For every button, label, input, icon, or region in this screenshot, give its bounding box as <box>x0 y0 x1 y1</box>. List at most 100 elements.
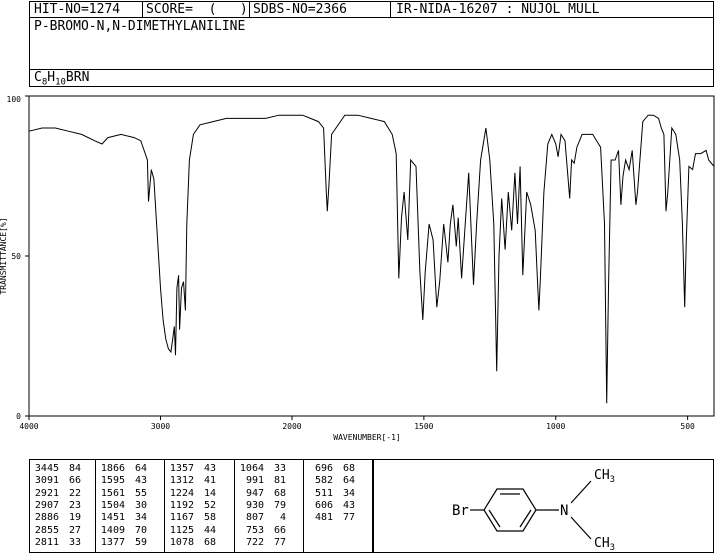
peak-transmittance: 33 <box>273 463 286 474</box>
spectrum-line <box>28 114 715 404</box>
peak-entry: 1224 14 <box>168 488 216 500</box>
peak-transmittance: 68 <box>273 487 286 499</box>
peak-entry: 753 66 <box>238 525 286 537</box>
peak-transmittance: 41 <box>203 475 216 487</box>
peak-transmittance: 59 <box>134 536 147 548</box>
peak-wavenumber: 1224 <box>169 487 194 499</box>
peak-transmittance: 52 <box>203 499 216 511</box>
peak-wavenumber: 1866 <box>100 463 125 474</box>
ch3-top-label: CH3 <box>594 468 615 485</box>
ring-double-bond-2 <box>519 509 532 528</box>
peak-wavenumber: 1192 <box>169 499 194 511</box>
peak-entry: 696 68 <box>307 463 355 475</box>
molecule-structure: Br N CH3 CH3 <box>452 468 615 553</box>
peak-wavenumber: 947 <box>245 487 264 499</box>
peak-wavenumber: 930 <box>245 499 264 511</box>
peak-wavenumber: 3445 <box>34 463 59 474</box>
peak-wavenumber: 1064 <box>239 463 264 474</box>
peak-wavenumber: 1409 <box>100 524 125 536</box>
peak-wavenumber: 2855 <box>34 524 59 536</box>
x-axis-label: WAVENUMBER[-1] <box>333 433 400 442</box>
peak-entry: 1451 34 <box>99 512 147 524</box>
peak-transmittance: 43 <box>134 475 147 487</box>
peak-transmittance: 64 <box>134 463 147 474</box>
peak-transmittance: 81 <box>273 475 286 487</box>
peak-transmittance: 27 <box>68 524 81 536</box>
peak-wavenumber: 511 <box>314 487 333 499</box>
peak-transmittance: 70 <box>134 524 147 536</box>
peak-entry: 1078 68 <box>168 537 216 549</box>
peak-entry: 2921 22 <box>33 488 81 500</box>
peak-transmittance: 55 <box>134 487 147 499</box>
peak-wavenumber: 1561 <box>100 487 125 499</box>
peak-wavenumber: 2907 <box>34 499 59 511</box>
peak-entry: 3091 66 <box>33 475 81 487</box>
peak-transmittance: 66 <box>68 475 81 487</box>
peak-transmittance: 4 <box>279 512 286 524</box>
x-tick-label: 3000 <box>151 422 170 431</box>
peak-entry: 1312 41 <box>168 475 216 487</box>
peak-wavenumber: 1595 <box>100 475 125 487</box>
peak-transmittance: 77 <box>342 512 355 524</box>
peak-entry: 930 79 <box>238 500 286 512</box>
peak-transmittance: 84 <box>68 463 81 474</box>
plot-frame <box>28 95 715 417</box>
peak-wavenumber: 807 <box>245 512 264 524</box>
peak-transmittance: 33 <box>68 536 81 548</box>
peak-entry: 582 64 <box>307 475 355 487</box>
peak-wavenumber: 1377 <box>100 536 125 548</box>
peak-wavenumber: 481 <box>314 512 333 524</box>
peak-col-sep-2 <box>164 459 165 553</box>
peak-wavenumber: 606 <box>314 499 333 511</box>
n-atom-label: N <box>560 503 568 519</box>
peak-transmittance: 58 <box>203 512 216 524</box>
peak-wavenumber: 722 <box>245 536 264 548</box>
peak-entry: 807 4 <box>238 512 286 524</box>
ir-spectrum-chart: 0 50 100 4000 3000 2000 1500 1000 500 WAVENUMBE… <box>0 95 715 442</box>
ch3-bottom-label: CH3 <box>594 536 615 553</box>
y-tick-label: 100 <box>7 95 22 104</box>
x-tick-label: 500 <box>680 422 695 431</box>
peak-entry: 511 34 <box>307 488 355 500</box>
peak-wavenumber: 1312 <box>169 475 194 487</box>
peak-transmittance: 68 <box>342 463 355 474</box>
peak-transmittance: 14 <box>203 487 216 499</box>
y-axis-label: TRANSMITTANCE[%] <box>0 217 8 294</box>
peak-entry: 1064 33 <box>238 463 286 475</box>
peak-entry: 991 81 <box>238 475 286 487</box>
peak-transmittance: 43 <box>203 463 216 474</box>
peak-entry: 1504 30 <box>99 500 147 512</box>
peak-transmittance: 43 <box>342 499 355 511</box>
peak-wavenumber: 1451 <box>100 512 125 524</box>
ring-double-bond-3 <box>488 509 501 528</box>
peak-wavenumber: 1504 <box>100 499 125 511</box>
y-tick-label: 50 <box>11 252 21 261</box>
peak-transmittance: 64 <box>342 475 355 487</box>
peak-wavenumber: 2886 <box>34 512 59 524</box>
peak-transmittance: 34 <box>134 512 147 524</box>
peak-entry: 1866 64 <box>99 463 147 475</box>
peak-wavenumber: 3091 <box>34 475 59 487</box>
peak-transmittance: 23 <box>68 499 81 511</box>
x-tick-label: 4000 <box>19 422 38 431</box>
peak-entry: 481 77 <box>307 512 355 524</box>
peak-transmittance: 44 <box>203 524 216 536</box>
peak-entry: 1377 59 <box>99 537 147 549</box>
peak-wavenumber: 991 <box>245 475 264 487</box>
peak-wavenumber: 696 <box>314 463 333 474</box>
peak-entry: 2907 23 <box>33 500 81 512</box>
ch3-top-bond <box>570 480 592 504</box>
peak-entry: 947 68 <box>238 488 286 500</box>
x-tick-label: 1500 <box>414 422 433 431</box>
peak-entry: 2886 19 <box>33 512 81 524</box>
peak-entry: 1357 43 <box>168 463 216 475</box>
y-tick-label: 0 <box>16 412 21 421</box>
peak-transmittance: 68 <box>203 536 216 548</box>
x-tick-label: 2000 <box>282 422 301 431</box>
peak-wavenumber: 2921 <box>34 487 59 499</box>
peak-wavenumber: 1125 <box>169 524 194 536</box>
peak-entry: 1561 55 <box>99 488 147 500</box>
peak-col-sep-3 <box>234 459 235 553</box>
peak-entry: 722 77 <box>238 537 286 549</box>
br-atom-label: Br <box>452 503 469 519</box>
